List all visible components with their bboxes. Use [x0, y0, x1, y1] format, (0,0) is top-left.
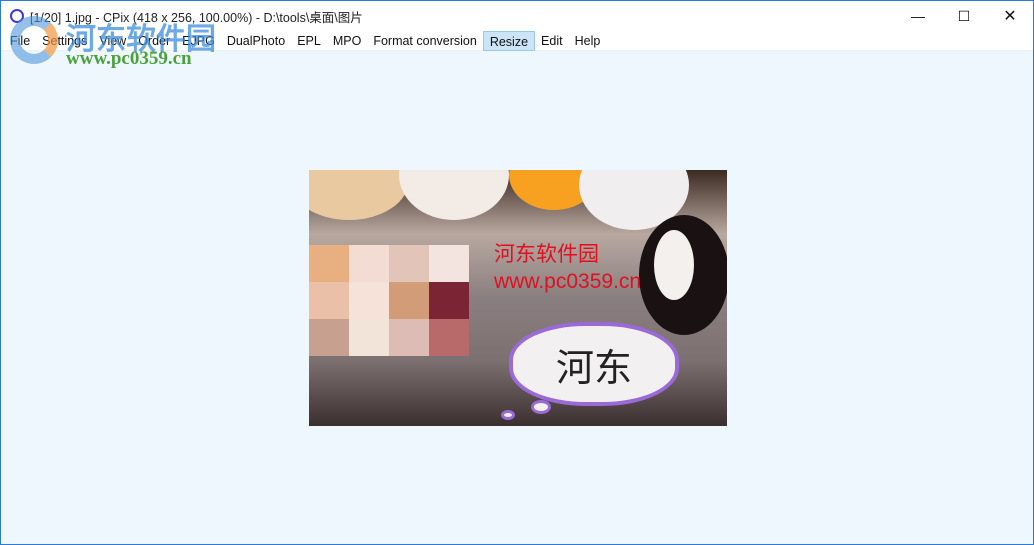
- menu-help[interactable]: Help: [569, 31, 607, 51]
- image-watermark-title: 河东软件园: [494, 243, 599, 266]
- menu-mpo[interactable]: MPO: [327, 31, 367, 51]
- menu-view[interactable]: View: [93, 31, 132, 51]
- menu-file[interactable]: File: [4, 31, 36, 51]
- menu-order[interactable]: Order: [132, 31, 176, 51]
- app-window: [1/20] 1.jpg - CPix (418 x 256, 100.00%)…: [0, 0, 1034, 545]
- menu-bar: File Settings View Order EJPG DualPhoto …: [1, 30, 1033, 51]
- minimize-button[interactable]: —: [895, 1, 941, 31]
- bubble-dot: [501, 410, 515, 420]
- image-detail: [309, 170, 409, 220]
- image-detail: [654, 230, 694, 300]
- image-detail: [399, 170, 509, 220]
- title-bar: [1/20] 1.jpg - CPix (418 x 256, 100.00%)…: [1, 1, 1033, 31]
- displayed-image: 河东软件园 www.pc0359.cn 河东: [309, 170, 727, 426]
- menu-settings[interactable]: Settings: [36, 31, 93, 51]
- menu-format-conversion[interactable]: Format conversion: [367, 31, 483, 51]
- app-icon: [10, 9, 24, 23]
- window-title: [1/20] 1.jpg - CPix (418 x 256, 100.00%)…: [30, 10, 363, 25]
- menu-epl[interactable]: EPL: [291, 31, 327, 51]
- menu-ejpg[interactable]: EJPG: [176, 31, 221, 51]
- thought-bubble: 河东: [509, 322, 679, 406]
- image-watermark-url: www.pc0359.cn: [494, 270, 642, 293]
- maximize-button[interactable]: ☐: [941, 1, 987, 31]
- menu-dualphoto[interactable]: DualPhoto: [221, 31, 291, 51]
- menu-resize[interactable]: Resize: [482, 30, 536, 51]
- menu-edit[interactable]: Edit: [535, 31, 569, 51]
- close-button[interactable]: ✕: [987, 1, 1033, 31]
- bubble-dot: [531, 400, 551, 414]
- mosaic-area: [309, 245, 469, 356]
